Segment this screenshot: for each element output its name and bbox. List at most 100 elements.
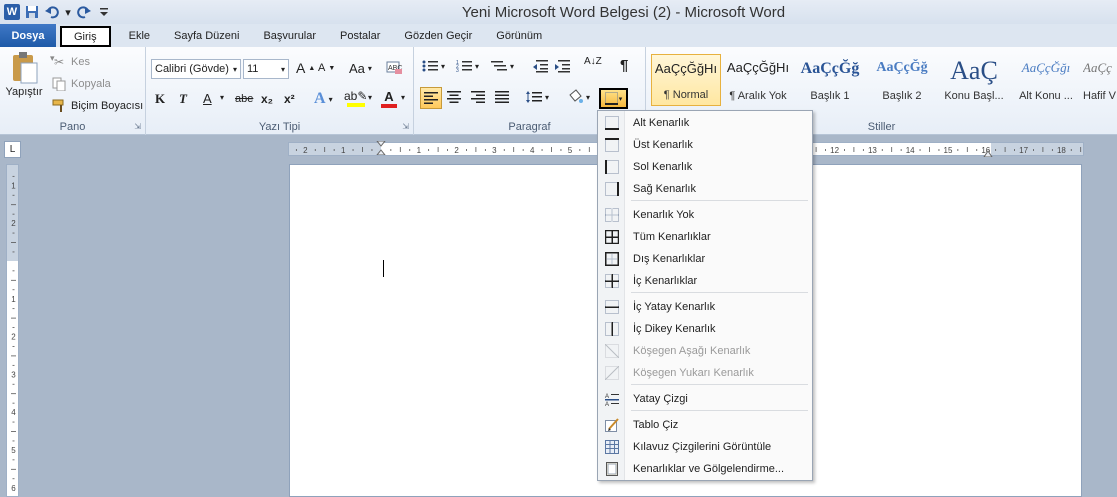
- borders-dropdown-icon[interactable]: ▾: [619, 95, 623, 103]
- font-size-dropdown-icon[interactable]: ▾: [281, 65, 285, 74]
- justify-button[interactable]: [495, 91, 509, 103]
- ruler-label: 1: [11, 181, 16, 190]
- menu-item-border-top[interactable]: Üst Kenarlık: [598, 134, 812, 156]
- right-indent-marker-icon[interactable]: [983, 149, 993, 157]
- copy-button[interactable]: Kopyala: [50, 75, 111, 93]
- text-effects-button[interactable]: A ▾: [314, 90, 333, 108]
- tab-selector[interactable]: L: [4, 141, 21, 158]
- increase-indent-button[interactable]: [554, 59, 570, 73]
- bullets-button[interactable]: ▾: [422, 59, 445, 73]
- format-painter-button[interactable]: Biçim Boyacısı: [50, 97, 143, 115]
- line-spacing-button[interactable]: ▾: [526, 91, 549, 103]
- multilevel-list-button[interactable]: ▾: [491, 59, 514, 73]
- shading-dropdown-icon[interactable]: ▾: [586, 93, 590, 102]
- font-color-dropdown-icon[interactable]: ▾: [401, 93, 405, 102]
- cut-button[interactable]: ✂ Kes: [50, 53, 90, 71]
- menu-item-draw-table[interactable]: Tablo Çiz: [598, 414, 812, 436]
- menu-item-label: Sağ Kenarlık: [633, 183, 696, 195]
- grow-font-button[interactable]: A ▲: [296, 60, 315, 76]
- font-color-button[interactable]: A: [381, 89, 397, 108]
- style-heading-1[interactable]: AaÇçĞğ Başlık 1: [795, 54, 865, 106]
- highlight-button[interactable]: ab✎: [344, 89, 367, 107]
- tab-references[interactable]: Başvurular: [251, 24, 328, 47]
- superscript-button[interactable]: x²: [284, 92, 295, 106]
- font-name-combo[interactable]: Calibri (Gövde) ▾: [151, 59, 241, 79]
- ruler-tick: [1042, 147, 1044, 152]
- show-formatting-marks-button[interactable]: ¶: [620, 57, 628, 74]
- menu-item-label: Köşegen Aşağı Kenarlık: [633, 345, 751, 357]
- shading-button[interactable]: ▾: [567, 89, 590, 105]
- bullets-dropdown-icon[interactable]: ▾: [441, 62, 445, 71]
- menu-item-border-inside-vertical[interactable]: İç Dikey Kenarlık: [598, 318, 812, 340]
- customize-qat-icon[interactable]: [96, 4, 112, 20]
- menu-item-border-diagonal-down[interactable]: Köşegen Aşağı Kenarlık: [598, 340, 812, 362]
- align-center-button[interactable]: [447, 91, 461, 103]
- menu-item-horizontal-line[interactable]: A A Yatay Çizgi: [598, 388, 812, 410]
- underline-dropdown-icon[interactable]: ▾: [220, 93, 224, 102]
- menu-item-icon: AA: [598, 392, 625, 406]
- font-size-combo[interactable]: 11 ▾: [243, 59, 289, 79]
- style-sample: AaÇç: [1083, 60, 1112, 75]
- menu-item-view-gridlines[interactable]: Kılavuz Çizgilerini Görüntüle: [598, 436, 812, 458]
- paste-button[interactable]: Yapıştır: [4, 51, 44, 98]
- style-title[interactable]: AaÇ Konu Başl...: [939, 54, 1009, 106]
- numbering-button[interactable]: 123 ▾: [456, 59, 479, 73]
- underline-button[interactable]: A: [203, 91, 212, 106]
- font-name-dropdown-icon[interactable]: ▾: [233, 65, 237, 74]
- ruler-tick: [579, 149, 581, 151]
- multilevel-dropdown-icon[interactable]: ▾: [510, 62, 514, 71]
- menu-item-label: İç Kenarlıklar: [633, 275, 698, 287]
- menu-item-border-inside[interactable]: İç Kenarlıklar: [598, 270, 812, 292]
- line-spacing-dropdown-icon[interactable]: ▾: [545, 93, 549, 102]
- indent-marker-icon[interactable]: [376, 141, 386, 155]
- vertical-ruler[interactable]: 1 2 1 2 3 4 5 6: [6, 164, 19, 497]
- tab-home[interactable]: Giriş: [60, 26, 111, 47]
- numbering-dropdown-icon[interactable]: ▾: [475, 62, 479, 71]
- menu-item-border-inside-horizontal[interactable]: İç Yatay Kenarlık: [598, 296, 812, 318]
- italic-button[interactable]: T: [179, 91, 187, 107]
- font-color-swatch: [381, 104, 397, 108]
- menu-item-border-diagonal-up[interactable]: Köşegen Yukarı Kenarlık: [598, 362, 812, 384]
- align-left-button[interactable]: [420, 87, 442, 109]
- menu-item-border-none[interactable]: Kenarlık Yok: [598, 204, 812, 226]
- style-subtle-emphasis[interactable]: AaÇç Hafif V: [1083, 54, 1117, 106]
- decrease-indent-button[interactable]: [532, 59, 548, 73]
- subscript-button[interactable]: x₂: [261, 92, 273, 106]
- change-case-button[interactable]: Aa ▾: [349, 61, 372, 76]
- style-no-spacing[interactable]: AaÇçĞğHı ¶ Aralık Yok: [723, 54, 793, 106]
- tab-mailings[interactable]: Postalar: [328, 24, 392, 47]
- font-name-value: Calibri (Gövde): [155, 63, 229, 75]
- tab-view[interactable]: Görünüm: [484, 24, 554, 47]
- shrink-font-button[interactable]: A ▼: [318, 62, 335, 74]
- copy-label: Kopyala: [71, 78, 111, 90]
- style-subtitle[interactable]: AaÇçĞğı Alt Konu ...: [1011, 54, 1081, 106]
- menu-item-border-right[interactable]: Sağ Kenarlık: [598, 178, 812, 200]
- menu-item-border-all[interactable]: Tüm Kenarlıklar: [598, 226, 812, 248]
- redo-icon[interactable]: [76, 4, 92, 20]
- tab-insert[interactable]: Ekle: [117, 24, 162, 47]
- menu-item-border-bottom[interactable]: Alt Kenarlık: [598, 112, 812, 134]
- strikethrough-button[interactable]: abe: [235, 93, 253, 105]
- undo-icon[interactable]: [44, 4, 60, 20]
- sort-button[interactable]: A↓Z: [584, 57, 602, 67]
- borders-button[interactable]: ▾: [599, 88, 628, 109]
- menu-item-border-outside[interactable]: Dış Kenarlıklar: [598, 248, 812, 270]
- highlight-dropdown-icon[interactable]: ▾: [368, 93, 372, 102]
- clipboard-group-label: Pano: [59, 121, 86, 133]
- menu-item-border-left[interactable]: Sol Kenarlık: [598, 156, 812, 178]
- style-heading-2[interactable]: AaÇçĞğ Başlık 2: [867, 54, 937, 106]
- undo-dropdown-icon[interactable]: ▾: [64, 4, 72, 20]
- format-painter-label: Biçim Boyacısı: [71, 100, 144, 112]
- style-normal[interactable]: AaÇçĞğHı ¶ Normal: [651, 54, 721, 106]
- save-icon[interactable]: [24, 4, 40, 20]
- align-right-button[interactable]: [471, 91, 485, 103]
- clear-formatting-button[interactable]: ABC: [386, 60, 404, 76]
- tab-page-layout[interactable]: Sayfa Düzeni: [162, 24, 251, 47]
- bold-button[interactable]: K: [155, 91, 165, 107]
- word-app-icon[interactable]: W: [4, 4, 20, 20]
- tab-file[interactable]: Dosya: [0, 24, 56, 47]
- menu-item-borders-shading[interactable]: Kenarlıklar ve Gölgelendirme...: [598, 458, 812, 480]
- font-launcher-icon[interactable]: ⇲: [402, 122, 409, 131]
- tab-review[interactable]: Gözden Geçir: [392, 24, 484, 47]
- clipboard-launcher-icon[interactable]: ⇲: [134, 122, 141, 131]
